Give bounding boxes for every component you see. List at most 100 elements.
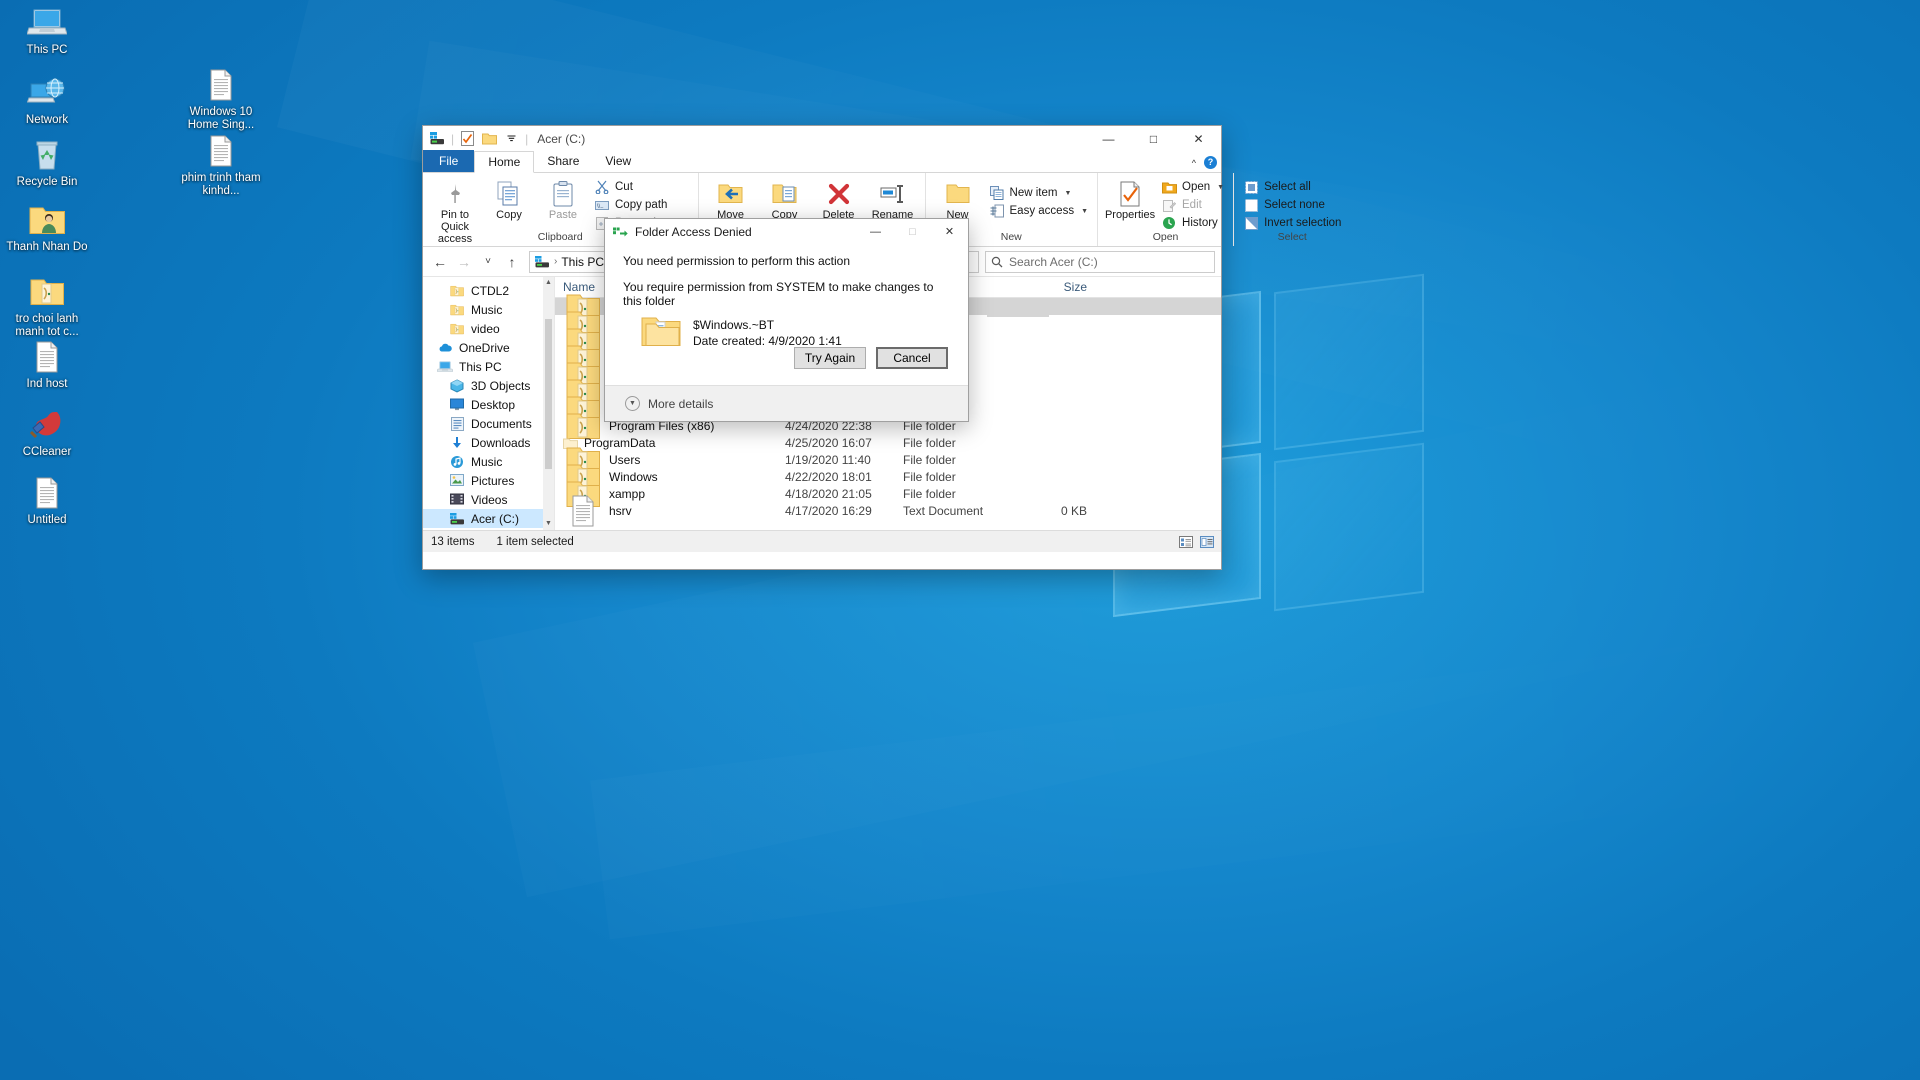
details-view-icon[interactable] — [1178, 534, 1194, 550]
nav-item-desktop[interactable]: Desktop — [423, 395, 554, 414]
desktop-icon-ind-host[interactable]: Ind host — [4, 340, 90, 391]
tab-share[interactable]: Share — [534, 150, 592, 172]
paste-button[interactable]: Paste — [536, 176, 590, 221]
move-to-button[interactable]: Move — [704, 176, 758, 221]
new-item-button[interactable]: New item ▼ — [985, 184, 1093, 202]
desktop-icon-ccleaner[interactable]: CCleaner — [4, 408, 90, 459]
file-name-cell[interactable]: hsrv — [555, 494, 777, 528]
select-none-button[interactable]: Select none — [1239, 196, 1345, 214]
history-button[interactable]: History — [1157, 214, 1228, 232]
properties-button[interactable]: Properties — [1103, 176, 1157, 221]
dialog-window-controls[interactable]: — □ ✕ — [857, 219, 968, 244]
delete-button[interactable]: Delete — [812, 176, 866, 221]
nav-item-acer-c[interactable]: Acer (C:) — [423, 509, 554, 528]
properties-icon[interactable] — [459, 130, 476, 147]
nav-item-documents[interactable]: Documents — [423, 414, 554, 433]
navigation-pane[interactable]: CTDL2 Music video OneDrive This PC 3D Ob… — [423, 277, 554, 530]
copy-button[interactable]: Copy — [482, 176, 536, 221]
quick-access-toolbar[interactable]: | | — [429, 130, 528, 147]
window-title-bar[interactable]: | | Acer (C:) — □ ✕ — [423, 126, 1221, 151]
dialog-minimize-button[interactable]: — — [857, 219, 894, 244]
file-type: File folder — [903, 469, 956, 484]
dialog-footer[interactable]: ▼ More details — [605, 385, 968, 421]
search-input[interactable]: Search Acer (C:) — [1009, 255, 1098, 269]
easy-access-button[interactable]: Easy access ▼ — [985, 202, 1093, 220]
maximize-button[interactable]: □ — [1131, 126, 1176, 151]
desktop-icon-recycle-bin[interactable]: Recycle Bin — [4, 138, 90, 189]
chevron-down-icon[interactable] — [503, 130, 520, 147]
file-row[interactable]: hsrv 4/17/2020 16:29 Text Document 0 KB — [555, 495, 1221, 526]
large-icons-view-icon[interactable] — [1199, 534, 1215, 550]
invert-selection-icon — [1243, 215, 1259, 231]
ribbon-tab-bar[interactable]: File Home Share View ^ ? — [423, 150, 1221, 173]
nav-item-this-pc[interactable]: This PC — [423, 357, 554, 376]
new-folder-button[interactable]: New — [931, 176, 985, 221]
view-mode-buttons[interactable] — [1178, 534, 1215, 550]
ribbon-tab-bar-right[interactable]: ^ ? — [1192, 156, 1217, 169]
navigation-pane-scrollbar[interactable]: ▲ ▼ — [543, 277, 554, 530]
cancel-button[interactable]: Cancel — [876, 347, 948, 369]
tab-home[interactable]: Home — [474, 151, 535, 173]
folder-icon — [641, 314, 681, 348]
select-all-button[interactable]: Select all — [1239, 178, 1345, 196]
recent-locations-button[interactable]: ˅ — [477, 251, 499, 273]
open-button[interactable]: Open ▼ — [1157, 178, 1228, 196]
nav-item-music[interactable]: Music — [423, 452, 554, 471]
edit-button[interactable]: Edit — [1157, 196, 1228, 214]
file-type: File folder — [903, 435, 956, 450]
copy-path-icon: \\.. — [594, 197, 610, 213]
chevron-down-icon[interactable]: ▼ — [1217, 184, 1224, 191]
nav-item-videos[interactable]: Videos — [423, 490, 554, 509]
chevron-down-icon[interactable]: ▼ — [1064, 190, 1071, 197]
new-folder-icon[interactable] — [481, 130, 498, 147]
invert-selection-button[interactable]: Invert selection — [1239, 214, 1345, 232]
window-controls[interactable]: — □ ✕ — [1086, 126, 1221, 151]
column-header-size[interactable]: Size — [1017, 280, 1097, 294]
tab-view[interactable]: View — [592, 150, 644, 172]
desktop-icon-thanh-nhan-do[interactable]: Thanh Nhan Do — [4, 203, 90, 254]
breadcrumb-item-this-pc[interactable]: This PC — [561, 255, 604, 269]
more-details-label[interactable]: More details — [648, 397, 713, 411]
desktop-icon-this-pc[interactable]: This PC — [4, 6, 90, 57]
scroll-up-icon[interactable]: ▲ — [545, 277, 552, 289]
desktop[interactable]: This PC Network Recycle Bin Thanh Nhan D… — [0, 0, 1920, 1080]
dialog-action-buttons[interactable]: Try Again Cancel — [794, 347, 948, 369]
copy-to-button[interactable]: Copy — [758, 176, 812, 221]
copy-path-button[interactable]: \\.. Copy path — [590, 196, 693, 214]
desktop-icon-windows-10-home-sing[interactable]: Windows 10 Home Sing... — [178, 68, 264, 132]
dialog-maximize-button[interactable]: □ — [894, 219, 931, 244]
scroll-down-icon[interactable]: ▼ — [545, 518, 552, 530]
dialog-title-bar[interactable]: Folder Access Denied — □ ✕ — [605, 219, 968, 244]
collapse-ribbon-button[interactable]: ^ — [1192, 158, 1196, 168]
pictures-icon — [449, 473, 465, 488]
chevron-down-icon[interactable]: ▼ — [1081, 208, 1088, 215]
navigation-pane-list: CTDL2 Music video OneDrive This PC 3D Ob… — [423, 281, 554, 528]
chevron-down-icon[interactable]: ▼ — [625, 396, 640, 411]
forward-button[interactable]: → — [453, 251, 475, 273]
tab-file[interactable]: File — [423, 150, 475, 172]
desktop-icon-phim-trinh-tham-kinhd[interactable]: phim trinh tham kinhd... — [178, 134, 264, 198]
try-again-button[interactable]: Try Again — [794, 347, 866, 369]
back-button[interactable]: ← — [429, 251, 451, 273]
nav-item-ctdl2[interactable]: CTDL2 — [423, 281, 554, 300]
file-type: Text Document — [903, 503, 984, 518]
desktop-icon-untitled[interactable]: Untitled — [4, 476, 90, 527]
folder-access-denied-dialog[interactable]: Folder Access Denied — □ ✕ You need perm… — [604, 218, 969, 422]
nav-item-downloads[interactable]: Downloads — [423, 433, 554, 452]
cut-button[interactable]: Cut — [590, 178, 693, 196]
desktop-icon-tro-choi-lanh-manh-tot-c[interactable]: tro choi lanh manh tot c... — [4, 275, 90, 339]
close-button[interactable]: ✕ — [1176, 126, 1221, 151]
desktop-icon-network[interactable]: Network — [4, 76, 90, 127]
nav-item-video[interactable]: video — [423, 319, 554, 338]
dialog-close-button[interactable]: ✕ — [931, 219, 968, 244]
help-button[interactable]: ? — [1204, 156, 1217, 169]
minimize-button[interactable]: — — [1086, 126, 1131, 151]
nav-item-pictures[interactable]: Pictures — [423, 471, 554, 490]
computer-icon — [26, 9, 68, 43]
desktop-icon-label: Thanh Nhan Do — [6, 241, 88, 253]
scrollbar-thumb[interactable] — [545, 319, 552, 469]
rename-button[interactable]: Rename — [866, 176, 920, 221]
up-button[interactable]: ↑ — [501, 251, 523, 273]
search-box[interactable]: Search Acer (C:) — [985, 250, 1215, 273]
nav-item-music[interactable]: Music — [423, 300, 554, 319]
